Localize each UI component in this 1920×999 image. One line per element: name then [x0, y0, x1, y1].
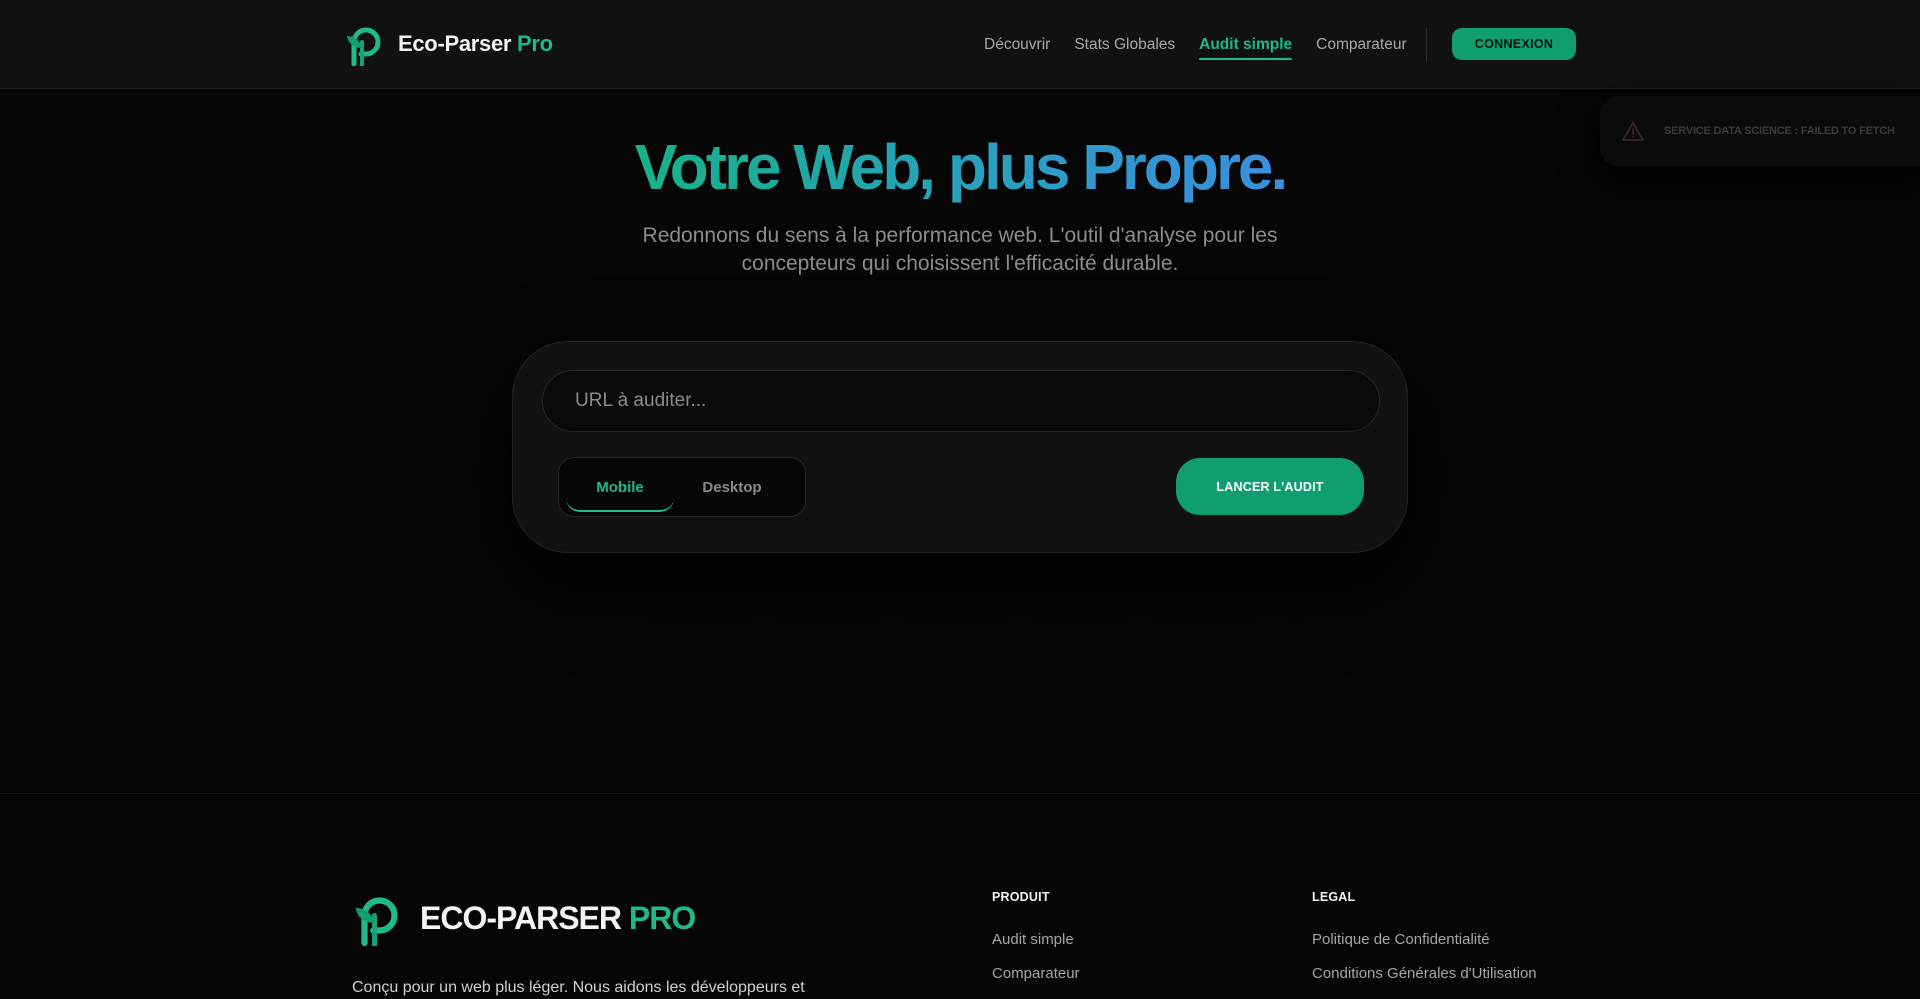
nav-link-decouvrir[interactable]: Découvrir [984, 36, 1050, 54]
brand-link[interactable]: Eco-Parser Pro [344, 22, 553, 66]
brand-name-accent: Pro [517, 31, 553, 56]
nav-link-comparateur[interactable]: Comparateur [1316, 36, 1406, 54]
footer-brand-name: ECO-PARSER PRO [420, 899, 696, 937]
device-option-desktop[interactable]: Desktop [676, 462, 788, 512]
device-toggle: Mobile Desktop [558, 457, 806, 517]
footer-link-comparateur[interactable]: Comparateur [992, 965, 1080, 982]
footer-description: Conçu pour un web plus léger. Nous aidon… [352, 979, 805, 996]
brand-name: Eco-Parser Pro [398, 31, 553, 57]
footer-link-terms[interactable]: Conditions Générales d'Utilisation [1312, 965, 1537, 982]
footer-link-audit-simple[interactable]: Audit simple [992, 931, 1080, 948]
hero-subtitle: Redonnons du sens à la performance web. … [642, 224, 1278, 275]
footer-link-privacy[interactable]: Politique de Confidentialité [1312, 931, 1537, 948]
site-footer: ECO-PARSER PRO Conçu pour un web plus lé… [0, 793, 1920, 996]
eco-parser-logo-icon [355, 897, 398, 946]
main-nav: Découvrir Stats Globales Audit simple Co… [984, 0, 1431, 89]
footer-brand-accent: PRO [628, 899, 696, 936]
footer-column-title: LEGAL [1312, 890, 1356, 904]
brand-name-main: Eco-Parser [398, 31, 512, 56]
top-navbar: Eco-Parser Pro Découvrir Stats Globales … [0, 0, 1920, 89]
launch-audit-button[interactable]: LANCER L'AUDIT [1176, 458, 1364, 515]
eco-parser-logo-icon [347, 27, 381, 66]
nav-link-stats-globales[interactable]: Stats Globales [1074, 36, 1175, 54]
login-button[interactable]: CONNEXION [1452, 28, 1576, 60]
hero-title-text: Votre Web, plus Propre. [634, 131, 1289, 203]
footer-brand: ECO-PARSER PRO [352, 890, 696, 946]
footer-column-produit: PRODUIT Audit simple Comparateur [992, 890, 1080, 999]
nav-divider [1426, 28, 1427, 61]
hero-title: Votre Web, plus Propre. [0, 130, 1920, 204]
device-option-mobile[interactable]: Mobile [564, 462, 676, 512]
footer-column-title: PRODUIT [992, 890, 1050, 904]
audit-form-card: Mobile Desktop LANCER L'AUDIT [512, 341, 1408, 553]
footer-column-legal: LEGAL Politique de Confidentialité Condi… [1312, 890, 1537, 999]
url-input[interactable] [542, 370, 1380, 432]
footer-brand-main: ECO-PARSER [420, 899, 622, 936]
nav-link-audit-simple[interactable]: Audit simple [1199, 36, 1293, 60]
